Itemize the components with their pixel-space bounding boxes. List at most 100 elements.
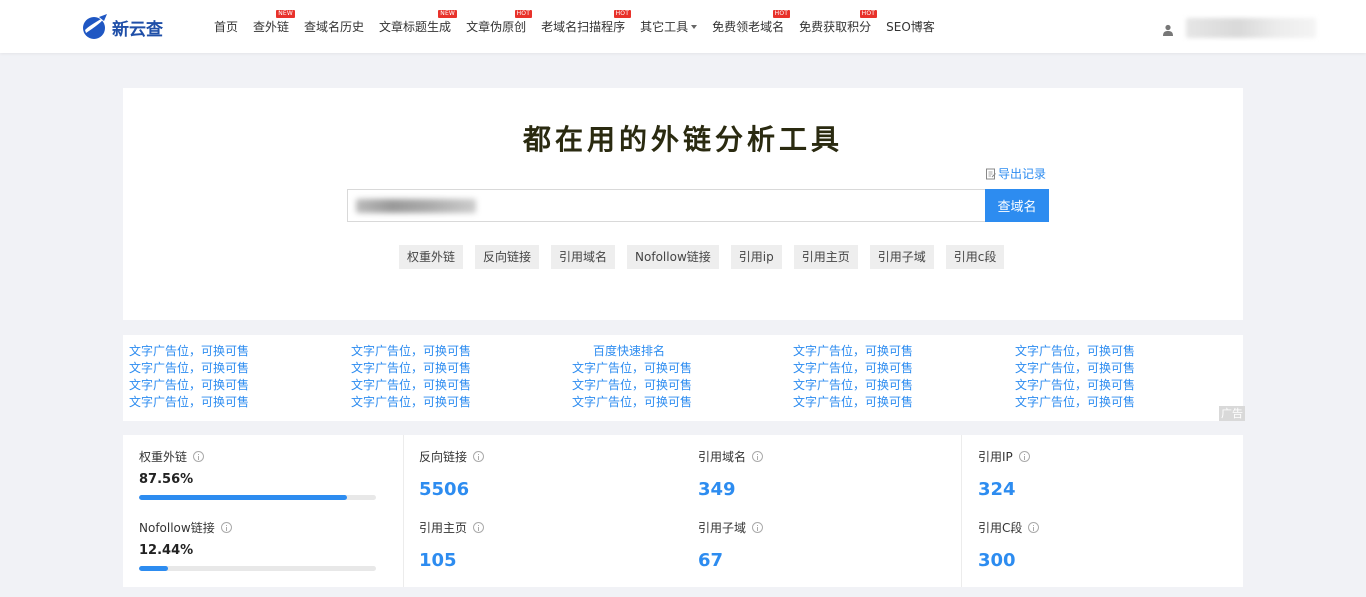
ad-link[interactable]: 文字广告位，可换可售 xyxy=(572,377,793,394)
stat-value-ref-pages[interactable]: 105 xyxy=(419,550,457,571)
page-title: 都在用的外链分析工具 xyxy=(522,123,843,156)
export-label: 导出记录 xyxy=(998,167,1047,181)
stat-value-ref-domains[interactable]: 349 xyxy=(698,479,736,500)
hot-badge: HOT xyxy=(613,9,632,18)
stat-value-weight-links: 87.56% xyxy=(139,472,194,487)
user-icon[interactable] xyxy=(1162,24,1174,36)
ad-link[interactable]: 文字广告位，可换可售 xyxy=(129,394,350,411)
ad-link[interactable]: 文字广告位，可换可售 xyxy=(351,377,572,394)
nav-label: SEO博客 xyxy=(886,19,935,34)
divider xyxy=(961,435,962,587)
ad-link[interactable]: 文字广告位，可换可售 xyxy=(793,377,1014,394)
domain-search-input[interactable] xyxy=(348,190,986,221)
stat-label-backlinks: 反向链接 xyxy=(419,448,485,465)
brand-logo[interactable]: 新云查 xyxy=(82,12,163,42)
ad-link[interactable]: 文字广告位，可换可售 xyxy=(572,360,793,377)
stat-value-ref-c-segment[interactable]: 300 xyxy=(978,550,1016,571)
ad-link[interactable]: 文字广告位，可换可售 xyxy=(129,343,350,360)
tag-ref-subdomains[interactable]: 引用子域 xyxy=(869,245,934,269)
ad-link[interactable]: 文字广告位，可换可售 xyxy=(793,343,1014,360)
nav-item-free-domains[interactable]: 免费领老域名 HOT xyxy=(712,9,791,35)
ad-link[interactable]: 文字广告位，可换可售 xyxy=(793,360,1014,377)
nav-label: 查外链 xyxy=(253,19,290,34)
export-records-link[interactable]: 导出记录 xyxy=(985,165,1046,182)
ad-link[interactable]: 文字广告位，可换可售 xyxy=(351,343,572,360)
stat-label-text: 反向链接 xyxy=(419,450,468,464)
ad-link[interactable]: 文字广告位，可换可售 xyxy=(793,394,1014,411)
nav-label: 查域名历史 xyxy=(304,19,365,34)
domain-search-box[interactable] xyxy=(347,189,986,222)
nav-item-free-points[interactable]: 免费获取积分 HOT xyxy=(799,9,878,35)
chevron-down-icon xyxy=(691,25,698,29)
stat-label-weight-links: 权重外链 xyxy=(139,448,205,465)
stat-value-ref-ip[interactable]: 324 xyxy=(978,479,1016,500)
stats-panel: 权重外链 87.56% Nofollow链接 12.44% 反向链接 5506 … xyxy=(123,435,1243,587)
ad-label: 广告 xyxy=(1219,406,1245,421)
info-icon[interactable] xyxy=(752,522,764,533)
tag-ref-ip[interactable]: 引用ip xyxy=(730,245,782,269)
nav-label: 免费领老域名 xyxy=(712,19,785,34)
tag-ref-pages[interactable]: 引用主页 xyxy=(793,245,858,269)
tag-ref-c-segment[interactable]: 引用c段 xyxy=(945,245,1005,269)
divider xyxy=(403,435,404,587)
stat-value-backlinks[interactable]: 5506 xyxy=(419,479,469,500)
new-badge: NEW xyxy=(438,9,458,18)
nav-item-domain-history[interactable]: 查域名历史 xyxy=(304,19,364,35)
info-icon[interactable] xyxy=(1018,451,1030,462)
info-icon[interactable] xyxy=(752,451,764,462)
ad-link[interactable]: 文字广告位，可换可售 xyxy=(129,360,350,377)
info-icon[interactable] xyxy=(1028,522,1040,533)
stat-label-ref-ip: 引用IP xyxy=(978,448,1030,465)
nav-label: 文章伪原创 xyxy=(466,19,527,34)
stat-label-ref-c-segment: 引用C段 xyxy=(978,519,1040,536)
ad-link[interactable]: 文字广告位，可换可售 xyxy=(1015,343,1236,360)
progress-fill xyxy=(139,566,169,571)
ad-link[interactable]: 文字广告位，可换可售 xyxy=(1015,394,1236,411)
nav-item-article-rewrite[interactable]: 文章伪原创 HOT xyxy=(466,9,533,35)
ad-link-baidu-ranking[interactable]: 百度快速排名 xyxy=(572,343,793,360)
stat-label-ref-pages: 引用主页 xyxy=(419,519,485,536)
user-name-blurred[interactable] xyxy=(1186,18,1316,38)
stat-label-text: 引用IP xyxy=(978,450,1013,464)
query-type-tags: 权重外链 反向链接 引用域名 Nofollow链接 引用ip 引用主页 引用子域… xyxy=(399,245,1016,269)
stat-label-text: 权重外链 xyxy=(139,450,188,464)
logo-icon xyxy=(83,14,107,39)
progress-bar-nofollow xyxy=(139,566,376,571)
stat-label-text: 引用子域 xyxy=(698,521,747,535)
info-icon[interactable] xyxy=(220,522,232,533)
tag-backlinks[interactable]: 反向链接 xyxy=(475,245,540,269)
stat-label-ref-subdomains: 引用子域 xyxy=(698,519,764,536)
tag-nofollow-links[interactable]: Nofollow链接 xyxy=(627,245,719,269)
ad-link[interactable]: 文字广告位，可换可售 xyxy=(129,377,350,394)
ad-column: 文字广告位，可换可售 文字广告位，可换可售 文字广告位，可换可售 文字广告位，可… xyxy=(351,343,572,411)
nav-item-domain-scanner[interactable]: 老域名扫描程序 HOT xyxy=(541,9,632,35)
nav-item-backlinks[interactable]: 查外链 NEW xyxy=(253,9,296,35)
nav-item-other-tools[interactable]: 其它工具 xyxy=(640,19,698,35)
ad-link[interactable]: 文字广告位，可换可售 xyxy=(1015,377,1236,394)
nav-item-title-generator[interactable]: 文章标题生成 NEW xyxy=(379,9,458,35)
ad-column: 百度快速排名 文字广告位，可换可售 文字广告位，可换可售 文字广告位，可换可售 xyxy=(572,343,793,411)
query-domain-button[interactable]: 查域名 xyxy=(985,189,1049,222)
nav-item-seo-blog[interactable]: SEO博客 xyxy=(886,19,935,35)
tag-weight-links[interactable]: 权重外链 xyxy=(399,245,464,269)
nav-label: 免费获取积分 xyxy=(799,19,872,34)
stat-label-text: Nofollow链接 xyxy=(139,521,215,535)
top-header: 新云查 首页 查外链 NEW 查域名历史 文章标题生成 NEW 文章伪原创 HOT 老… xyxy=(0,0,1366,53)
tag-ref-domains[interactable]: 引用域名 xyxy=(551,245,616,269)
ad-link[interactable]: 文字广告位，可换可售 xyxy=(351,394,572,411)
new-badge: NEW xyxy=(276,9,296,18)
stat-label-text: 引用主页 xyxy=(419,521,468,535)
stat-label-ref-domains: 引用域名 xyxy=(698,448,764,465)
ad-link[interactable]: 文字广告位，可换可售 xyxy=(572,394,793,411)
ad-link[interactable]: 文字广告位，可换可售 xyxy=(351,360,572,377)
ad-column: 文字广告位，可换可售 文字广告位，可换可售 文字广告位，可换可售 文字广告位，可… xyxy=(793,343,1014,411)
info-icon[interactable] xyxy=(473,451,485,462)
nav-label: 文章标题生成 xyxy=(379,19,452,34)
info-icon[interactable] xyxy=(473,522,485,533)
ad-link[interactable]: 文字广告位，可换可售 xyxy=(1015,360,1236,377)
nav-item-home[interactable]: 首页 xyxy=(214,19,238,35)
stat-label-text: 引用C段 xyxy=(978,521,1023,535)
nav-label: 其它工具 xyxy=(640,19,689,34)
info-icon[interactable] xyxy=(193,451,205,462)
stat-value-ref-subdomains[interactable]: 67 xyxy=(698,550,723,571)
